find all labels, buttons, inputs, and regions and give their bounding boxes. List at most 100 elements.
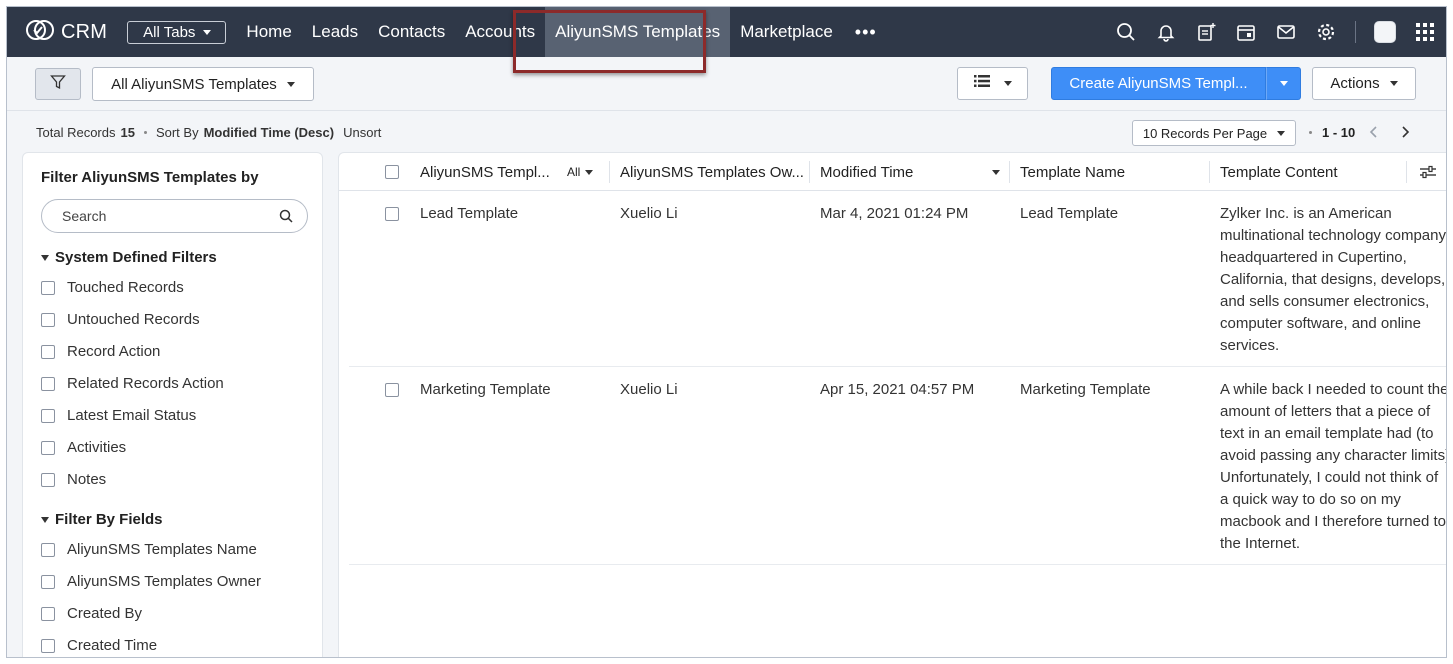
filter-label: Activities [67, 439, 127, 456]
filter-notes[interactable]: Notes [41, 471, 106, 488]
list-view-switcher[interactable] [957, 67, 1028, 100]
system-filters-header[interactable]: System Defined Filters [41, 249, 217, 266]
collapse-triangle-icon [41, 516, 49, 523]
all-filter-label: All [567, 165, 581, 179]
chevron-down-icon [1277, 130, 1286, 136]
sidebar-search-input[interactable]: Search [41, 199, 308, 233]
mail-icon[interactable] [1275, 21, 1297, 43]
nav-tab-home[interactable]: Home [236, 7, 301, 57]
actions-button[interactable]: Actions [1312, 67, 1416, 100]
content-line: Unfortunately, I could not think of [1220, 469, 1439, 486]
total-records-label: Total Records [36, 125, 116, 140]
filter-created-time[interactable]: Created Time [41, 637, 157, 654]
apps-grid-icon[interactable] [1414, 21, 1436, 43]
checkbox[interactable] [41, 638, 55, 653]
filter-related-records-action[interactable]: Related Records Action [41, 375, 224, 392]
column-divider [1406, 161, 1407, 183]
nav-tab-accounts[interactable]: Accounts [455, 7, 545, 57]
field-filters-header[interactable]: Filter By Fields [41, 511, 163, 528]
filter-created-by[interactable]: Created By [41, 605, 142, 622]
brand[interactable]: CRM [25, 18, 107, 47]
checkbox[interactable] [41, 376, 55, 391]
unsort-link[interactable]: Unsort [343, 125, 381, 140]
sort-desc-icon[interactable] [992, 170, 1000, 175]
filter-touched-records[interactable]: Touched Records [41, 279, 184, 296]
filter-latest-email-status[interactable]: Latest Email Status [41, 407, 196, 424]
column-header-template-content[interactable]: Template Content [1220, 153, 1338, 191]
cell-template-record-name[interactable]: Marketing Template [420, 379, 551, 401]
content-line: macbook and I therefore turned to [1220, 513, 1446, 530]
checkbox[interactable] [41, 440, 55, 455]
content-line: A while back I needed to count the [1220, 381, 1447, 398]
filter-activities[interactable]: Activities [41, 439, 126, 456]
filter-label: Touched Records [67, 279, 184, 296]
column-label: Modified Time [820, 163, 914, 181]
column-header-modified-time[interactable]: Modified Time [820, 153, 913, 191]
system-filters-title: System Defined Filters [55, 249, 217, 266]
column-settings-icon[interactable] [1419, 164, 1437, 184]
nav-tab-contacts[interactable]: Contacts [368, 7, 455, 57]
add-note-icon[interactable] [1195, 21, 1217, 43]
table-row[interactable]: Marketing Template Xuelio Li Apr 15, 202… [349, 367, 1447, 565]
filter-untouched-records[interactable]: Untouched Records [41, 311, 200, 328]
view-selector-label: All AliyunSMS Templates [111, 75, 277, 93]
prev-page-button[interactable] [1364, 121, 1384, 143]
all-filter-dropdown[interactable]: All [567, 153, 594, 191]
create-options-button[interactable] [1266, 67, 1301, 100]
sidebar-title: Filter AliyunSMS Templates by [41, 169, 259, 186]
app-window: CRM All Tabs Home Leads Contacts Account… [6, 6, 1447, 658]
column-header-template-name[interactable]: Template Name [1020, 153, 1125, 191]
nav-tab-aliyunsms-templates[interactable]: AliyunSMS Templates [545, 7, 731, 57]
checkbox[interactable] [41, 574, 55, 589]
chevron-down-icon [1389, 81, 1398, 86]
view-selector[interactable]: All AliyunSMS Templates [92, 67, 314, 101]
filter-templates-owner[interactable]: AliyunSMS Templates Owner [41, 573, 261, 590]
nav-tab-marketplace[interactable]: Marketplace [730, 7, 843, 57]
top-nav: CRM All Tabs Home Leads Contacts Account… [7, 7, 1446, 57]
separator-dot [1309, 131, 1312, 134]
column-header-owner[interactable]: AliyunSMS Templates Ow... [620, 153, 804, 191]
bell-icon[interactable] [1155, 21, 1177, 43]
filter-record-action[interactable]: Record Action [41, 343, 160, 360]
cell-owner: Xuelio Li [620, 381, 678, 398]
checkbox[interactable] [41, 280, 55, 295]
checkbox[interactable] [41, 542, 55, 557]
records-per-page-select[interactable]: 10 Records Per Page [1132, 120, 1296, 146]
checkbox[interactable] [41, 344, 55, 359]
more-tabs-button[interactable]: ••• [855, 22, 877, 43]
gear-icon[interactable] [1315, 21, 1337, 43]
filter-toggle-button[interactable] [35, 68, 81, 100]
calendar-icon[interactable] [1235, 21, 1257, 43]
cell-template-record-name[interactable]: Lead Template [420, 203, 518, 225]
all-tabs-dropdown[interactable]: All Tabs [127, 20, 227, 44]
chevron-down-icon [1279, 81, 1288, 86]
filter-label: AliyunSMS Templates Owner [67, 573, 261, 590]
records-info-bar: Total Records 15 Sort By Modified Time (… [7, 112, 1446, 152]
checkbox[interactable] [41, 606, 55, 621]
select-all-checkbox[interactable] [385, 165, 399, 179]
filter-funnel-icon [50, 74, 66, 95]
sort-value[interactable]: Modified Time (Desc) [204, 125, 335, 140]
chevron-left-icon [1369, 126, 1377, 138]
column-header-name[interactable]: AliyunSMS Templ... [420, 153, 550, 191]
table-row[interactable]: Lead Template Xuelio Li Mar 4, 2021 01:2… [349, 191, 1446, 367]
filter-templates-name[interactable]: AliyunSMS Templates Name [41, 541, 257, 558]
column-divider [809, 161, 810, 183]
column-label: AliyunSMS Templ... [420, 163, 550, 181]
checkbox[interactable] [41, 408, 55, 423]
checkbox[interactable] [41, 312, 55, 327]
nav-tab-leads[interactable]: Leads [302, 7, 368, 57]
crm-logo-icon [25, 18, 55, 47]
chevron-right-icon [1402, 126, 1410, 138]
content-line: services. [1220, 337, 1280, 354]
list-icon [973, 74, 990, 93]
filter-label: Related Records Action [67, 375, 224, 392]
content-line: avoid passing any character limits). [1220, 447, 1447, 464]
next-page-button[interactable] [1395, 121, 1415, 143]
row-checkbox[interactable] [385, 207, 399, 221]
checkbox[interactable] [41, 472, 55, 487]
create-template-button[interactable]: Create AliyunSMS Templ... [1051, 67, 1266, 100]
avatar[interactable] [1374, 21, 1396, 43]
row-checkbox[interactable] [385, 383, 399, 397]
search-icon[interactable] [1115, 21, 1137, 43]
